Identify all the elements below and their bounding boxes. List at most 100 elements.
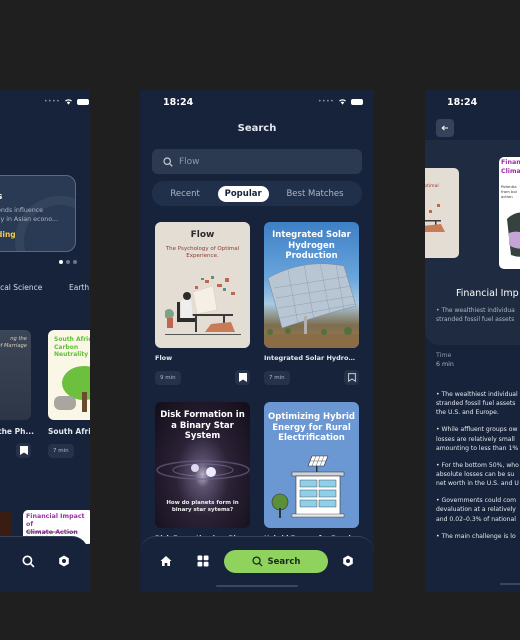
book-title: Financial Imp xyxy=(456,288,519,299)
category-tab[interactable]: ical Science xyxy=(0,283,42,292)
status-time: 18:24 xyxy=(163,97,194,108)
duration-chip: 9 min xyxy=(155,370,181,385)
cover-title: Flow xyxy=(190,230,215,240)
summary-point: • Governments could com devaluation at a… xyxy=(436,497,517,523)
carousel-dots xyxy=(59,260,77,264)
book-cover[interactable]: Optimizing Hybrid Energy for Rural Elect… xyxy=(264,402,359,528)
book-cover[interactable]: South Africa to Carbon Neutrality w xyxy=(48,330,90,420)
book-card[interactable]: Flow The Psychology of Optimal Experienc… xyxy=(155,222,250,385)
page-title: Search xyxy=(237,123,277,134)
grid-icon[interactable] xyxy=(197,555,209,567)
signal-icon: •••• xyxy=(44,98,61,105)
nav-search-button[interactable]: Search xyxy=(224,550,328,573)
book-detail-screen: 18:24 of Optimal e. Finan Clima Potentia… xyxy=(425,90,520,592)
tab-recent[interactable]: Recent xyxy=(163,186,206,202)
bookmark-button[interactable] xyxy=(235,370,250,385)
battery-icon xyxy=(351,98,364,105)
book-title[interactable]: Flow xyxy=(155,354,250,362)
search-field[interactable] xyxy=(152,149,362,174)
search-screen: 18:24 •••• Search Recent Popular Best Ma… xyxy=(140,90,374,592)
battery-icon xyxy=(77,98,90,105)
cover-illustration xyxy=(271,455,345,518)
bookmark-button[interactable] xyxy=(344,370,359,385)
book-cover[interactable]: ng the of Marriage xyxy=(0,330,31,420)
cover-subtitle: The Psychology of Optimal Experience. xyxy=(165,246,240,260)
cover-illustration xyxy=(165,276,241,335)
carousel-dot-active[interactable] xyxy=(59,260,63,264)
bookmark-outline-icon xyxy=(347,373,356,382)
wifi-icon xyxy=(339,99,347,105)
bottom-nav: Search xyxy=(140,536,374,592)
summary-point: • The main challenge is lo xyxy=(436,532,516,540)
bookmark-button[interactable] xyxy=(16,443,31,458)
featured-desc-line: onds influence xyxy=(0,207,44,214)
cover-subtitle: How do planets form in binary star sytem… xyxy=(166,500,239,514)
signal-icon: •••• xyxy=(318,98,335,105)
book-excerpt: • The wealthiest individua stranded foss… xyxy=(436,307,515,323)
cover-illustration xyxy=(507,212,520,257)
bookmark-filled-icon xyxy=(238,373,247,382)
summary-point: • The wealthiest individual stranded fos… xyxy=(436,391,518,417)
cover-title: Finan Clima xyxy=(501,159,520,175)
cover-subtitle: of Optimal e. xyxy=(425,184,439,189)
arrow-left-icon xyxy=(441,125,448,131)
category-tab[interactable]: Earth xyxy=(69,283,89,292)
cover-art-trunk xyxy=(82,392,87,412)
summary-body: • The wealthiest individual stranded fos… xyxy=(436,390,520,549)
book-card[interactable]: Disk Formation in a Binary Star System H… xyxy=(155,402,250,542)
settings-icon[interactable] xyxy=(58,555,70,567)
carousel-dot[interactable] xyxy=(66,260,70,264)
book-title[interactable]: Integrated Solar Hydrogen... xyxy=(264,354,359,362)
time-value: 6 min xyxy=(436,361,454,368)
book-cover[interactable]: Flow The Psychology of Optimal Experienc… xyxy=(155,222,250,348)
search-icon[interactable] xyxy=(22,555,35,568)
book-cover[interactable]: of Optimal e. xyxy=(425,168,459,258)
time-label: Time xyxy=(436,352,452,359)
search-input[interactable] xyxy=(179,156,349,167)
settings-icon[interactable] xyxy=(342,555,354,567)
featured-title: s xyxy=(0,192,2,202)
cover-title: South Africa to Carbon Neutrality w xyxy=(54,336,90,358)
nav-search-label: Search xyxy=(267,556,301,567)
duration-chip: 7 min xyxy=(264,370,290,385)
home-screen-preview: •••• s onds influence cy in Asian econo.… xyxy=(0,90,90,592)
cover-illustration xyxy=(425,204,445,232)
carousel-dot[interactable] xyxy=(73,260,77,264)
cover-art-elephant xyxy=(54,396,76,410)
book-title: South Afric xyxy=(48,427,90,436)
bottom-nav xyxy=(0,536,88,592)
filter-tabs: Recent Popular Best Matches xyxy=(152,181,362,206)
cover-subtitle: ng the of Marriage xyxy=(0,336,27,350)
bookmark-filled-icon xyxy=(19,446,28,455)
featured-card[interactable]: s onds influence cy in Asian econo... di… xyxy=(0,175,76,252)
tab-popular[interactable]: Popular xyxy=(217,185,269,202)
book-cover[interactable]: Disk Formation in a Binary Star System H… xyxy=(155,402,250,528)
book-cover[interactable]: Integrated Solar Hydrogen Production xyxy=(264,222,359,348)
status-icons: •••• xyxy=(44,98,90,105)
summary-point: • While affluent groups ow losses are re… xyxy=(436,426,519,452)
tab-best-matches[interactable]: Best Matches xyxy=(279,186,350,202)
cover-title: Disk Formation in a Binary Star System xyxy=(160,410,245,442)
featured-desc-line: cy in Asian econo... xyxy=(0,216,59,224)
book-card[interactable]: Optimizing Hybrid Energy for Rural Elect… xyxy=(264,402,359,542)
cover-illustration xyxy=(156,460,250,480)
search-icon xyxy=(252,556,263,567)
book-cover[interactable]: Finan Clima Potentia from bol action xyxy=(499,157,520,269)
back-button[interactable] xyxy=(436,119,454,137)
home-indicator xyxy=(500,583,520,585)
results-grid: Flow The Psychology of Optimal Experienc… xyxy=(155,222,359,542)
featured-description: onds influence cy in Asian econo... xyxy=(0,206,58,225)
featured-cta[interactable]: ding xyxy=(0,230,16,239)
status-icons: •••• xyxy=(318,98,364,105)
cover-illustration xyxy=(264,261,359,348)
duration-chip: 7 min xyxy=(48,444,74,458)
home-indicator xyxy=(216,585,298,587)
book-card[interactable]: Integrated Solar Hydrogen Production Int… xyxy=(264,222,359,385)
search-icon xyxy=(163,156,173,167)
book-title: the Ph... xyxy=(0,427,35,436)
cover-title: Optimizing Hybrid Energy for Rural Elect… xyxy=(268,412,355,444)
cover-subtitle: Potentia from bol action xyxy=(501,184,517,200)
wifi-icon xyxy=(65,99,73,105)
home-icon[interactable] xyxy=(160,555,172,567)
status-time: 18:24 xyxy=(447,97,478,108)
